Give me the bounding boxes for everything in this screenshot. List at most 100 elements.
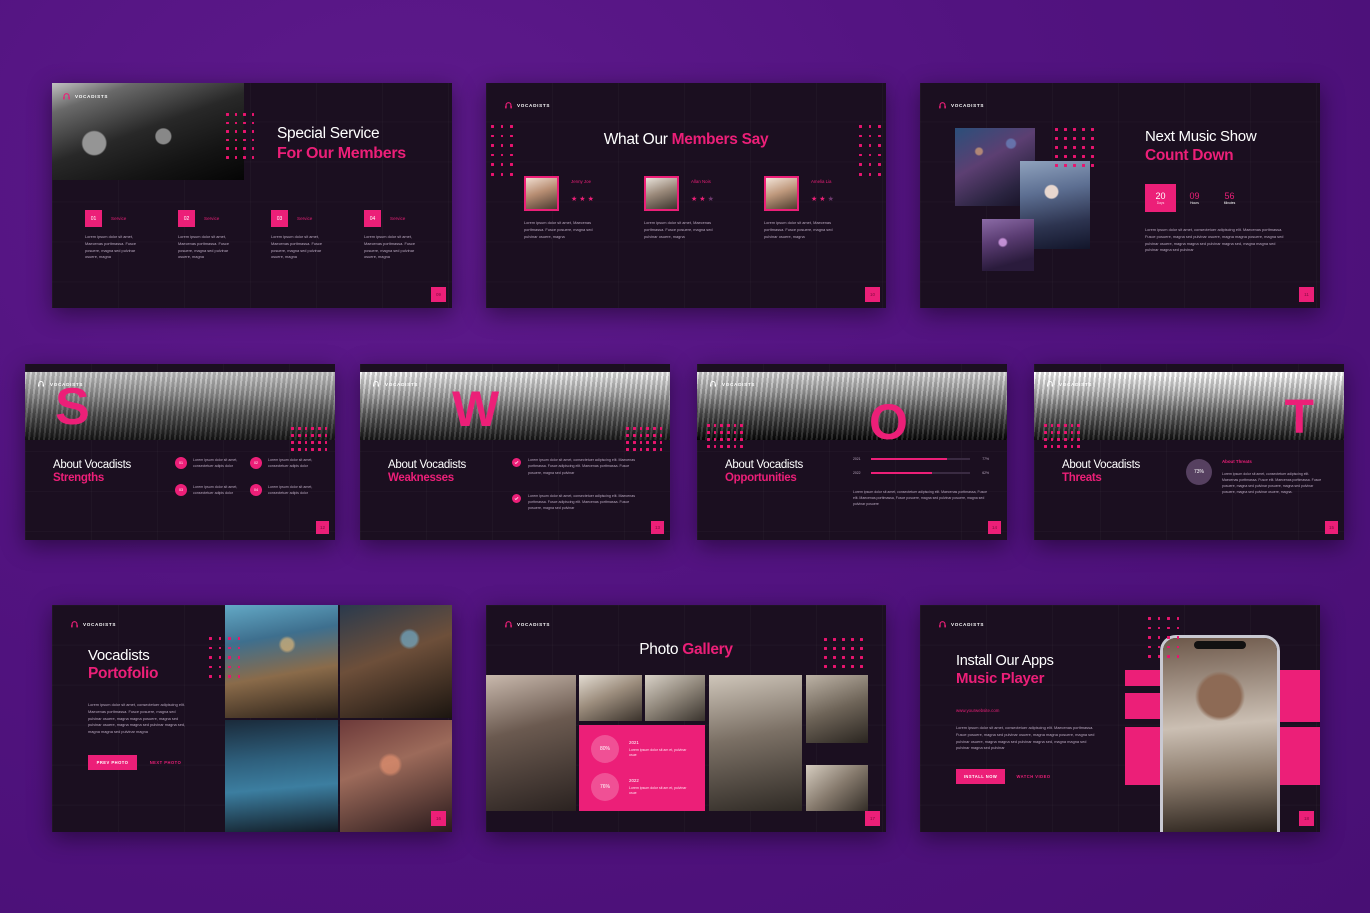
bullet-item[interactable]: 02 Lorem ipsum dolor sit amet, consectet… [250, 457, 318, 470]
portfolio-photo[interactable] [339, 605, 452, 718]
countdown-value: 20 [1155, 191, 1166, 201]
testimonial-name: Jenny Joe [571, 179, 592, 184]
slide-title-line2: Music Player [956, 670, 1045, 687]
page-number-badge: 14 [988, 521, 1001, 534]
service-item[interactable]: 04 Service Lorem ipsum dolor sit amet, M… [364, 210, 426, 261]
slide-title-line1: About Vocadists [388, 459, 466, 471]
service-item[interactable]: 02 Service Lorem ipsum dolor sit amet, M… [178, 210, 240, 261]
testimonial-card[interactable]: Amelia Lia ★★★ Lorem ipsum dolor sit ame… [764, 176, 844, 240]
progress-value: 77% [982, 457, 989, 461]
prev-photo-button[interactable]: PREV PHOTO [88, 755, 137, 771]
slide-deck-board: VOCADISTS Special Service For Our Member… [0, 0, 1370, 913]
gallery-photo[interactable] [486, 675, 576, 811]
avatar [524, 176, 559, 211]
slide-title-line1: About Vocadists [53, 459, 131, 471]
opportunities-chart: 2021 77% 2022 62% Lorem ipsum dolor sit … [853, 457, 989, 507]
gallery-photo[interactable] [806, 765, 868, 811]
stat-row: 80% 2021 Lorem ipsum dolor sit am et, pu… [591, 735, 705, 763]
headphones-icon [938, 101, 947, 110]
page-number-badge: 18 [1299, 811, 1314, 826]
countdown-label: Minutes [1223, 201, 1236, 205]
concert-photo-3 [982, 219, 1034, 271]
brand-logo: VOCADISTS [372, 380, 418, 389]
testimonial-card[interactable]: Jenny Joe ★★★ Lorem ipsum dolor sit amet… [524, 176, 604, 240]
slide-title-line2: Weaknesses [388, 472, 454, 484]
avatar [764, 176, 799, 211]
install-buttons: INSTALL NOW WATCH VIDEO [956, 769, 1101, 785]
slide-title-line2: For Our Members [277, 145, 406, 162]
bullet-number: 04 [250, 483, 262, 496]
phone-mockup [1160, 635, 1280, 832]
portfolio-photo[interactable] [225, 719, 338, 832]
bullet-item[interactable]: 01 Lorem ipsum dolor sit amet, consectet… [175, 457, 243, 470]
page-number-badge: 11 [1299, 287, 1314, 302]
slide-body-text: Lorem ipsum dolor sit amet, consectetuer… [956, 725, 1095, 751]
gallery-photo[interactable] [645, 675, 705, 721]
avatar [644, 176, 679, 211]
service-text: Lorem ipsum dolor sit amet, Maecenas por… [364, 234, 416, 260]
service-number: 04 [364, 210, 381, 227]
brand-logo: VOCADISTS [709, 380, 755, 389]
brand-logo: VOCADISTS [62, 92, 108, 101]
service-label: Service [390, 216, 406, 221]
headphones-icon [37, 380, 46, 389]
page-number-badge: 10 [865, 287, 880, 302]
stat-percentage: 80% [591, 735, 619, 763]
countdown-unit-days: 20 Days [1145, 184, 1176, 212]
next-photo-button[interactable]: NEXT PHOTO [141, 755, 190, 770]
testimonial-card[interactable]: Allan Nois ★★★ Lorem ipsum dolor sit ame… [644, 176, 724, 240]
install-now-button[interactable]: INSTALL NOW [956, 769, 1005, 785]
dot-grid-decoration [1055, 128, 1094, 167]
slide-swot-threats[interactable]: VOCADISTS T About Vocadists Threats 73% … [1034, 364, 1344, 540]
slide-body-text: Lorem ipsum dolor sit amet, consectetuer… [1222, 472, 1322, 495]
bullet-item[interactable]: 03 Lorem ipsum dolor sit amet, consectet… [175, 483, 243, 497]
slide-title-line1: Photo [639, 641, 683, 658]
slide-install-apps[interactable]: VOCADISTS Install Our Apps Music Player … [920, 605, 1320, 832]
gallery-photo[interactable] [709, 675, 802, 811]
brand-name: VOCADISTS [385, 382, 419, 387]
stat-text: Lorem ipsum dolor sit am et, pulvinar os… [629, 747, 687, 757]
watch-video-button[interactable]: WATCH VIDEO [1009, 769, 1058, 784]
slide-photo-gallery[interactable]: VOCADISTS Photo Gallery 80% 2021 Lorem i… [486, 605, 886, 832]
swot-letter: W [452, 381, 500, 437]
slide-swot-strengths[interactable]: VOCADISTS S About Vocadists Strengths 01… [25, 364, 335, 540]
gallery-photo[interactable] [806, 675, 868, 743]
dot-grid-decoration [209, 637, 241, 678]
gallery-grid: 80% 2021 Lorem ipsum dolor sit am et, pu… [486, 675, 886, 811]
portfolio-gallery [225, 605, 452, 832]
stat-percentage: 76% [591, 773, 619, 801]
website-link[interactable]: www.yourwebsite.com [956, 708, 1101, 713]
headphones-icon [938, 620, 947, 629]
bullet-item[interactable]: 04 Lorem ipsum dolor sit amet, consectet… [250, 483, 318, 497]
app-screenshot [1163, 638, 1277, 832]
bullet-item[interactable]: Lorem ipsum dolor sit amet, consectetuer… [512, 457, 642, 476]
slide-swot-weaknesses[interactable]: VOCADISTS W About Vocadists Weaknesses L… [360, 364, 670, 540]
countdown-unit-hours: 09 Hours [1179, 184, 1210, 212]
brand-name: VOCADISTS [75, 94, 109, 99]
slide-members-say[interactable]: VOCADISTS What Our Members Say Jenny Joe [486, 83, 886, 308]
bullet-text: Lorem ipsum dolor sit amet, consectetuer… [193, 484, 238, 495]
slide-special-service[interactable]: VOCADISTS Special Service For Our Member… [52, 83, 452, 308]
headphones-icon [709, 380, 718, 389]
portfolio-buttons: PREV PHOTO NEXT PHOTO [88, 755, 190, 771]
progress-track [871, 471, 970, 475]
service-number: 01 [85, 210, 102, 227]
slide-title-line2: Portofolio [88, 665, 159, 682]
slide-body-text: Lorem ipsum dolor sit amet, consectetuer… [1145, 227, 1284, 253]
bullet-text: Lorem ipsum dolor sit amet, consectetuer… [528, 493, 636, 511]
gallery-photo[interactable] [579, 675, 642, 721]
service-label: Service [297, 216, 313, 221]
slide-next-music-show[interactable]: VOCADISTS Next Music Show Count Down 20 … [920, 83, 1320, 308]
slide-title-line2: Threats [1062, 472, 1102, 484]
bullet-number: 02 [250, 457, 262, 469]
slide-portfolio[interactable]: VOCADISTS Vocadists Portofolio Lorem ips… [52, 605, 452, 832]
rating-stars: ★★★ [571, 196, 596, 203]
portfolio-photo[interactable] [225, 605, 338, 718]
service-item[interactable]: 03 Service Lorem ipsum dolor sit amet, M… [271, 210, 333, 261]
slide-swot-opportunities[interactable]: VOCADISTS O About Vocadists Opportunitie… [697, 364, 1007, 540]
phone-notch [1194, 641, 1246, 649]
slide-title-line1: About Vocadists [1062, 459, 1140, 471]
bullet-item[interactable]: Lorem ipsum dolor sit amet, consectetuer… [512, 493, 642, 512]
slide-title-line1: What Our [603, 131, 672, 148]
service-item[interactable]: 01 Service Lorem ipsum dolor sit amet, M… [85, 210, 147, 261]
